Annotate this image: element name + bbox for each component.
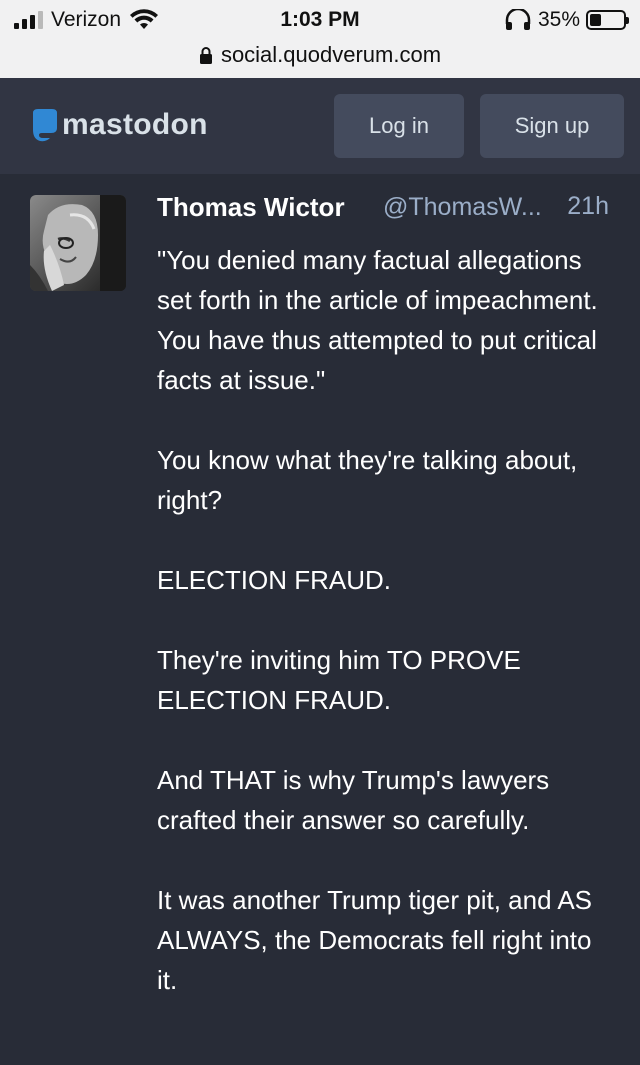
battery-percent: 35% — [537, 8, 580, 31]
status-paragraph: ELECTION FRAUD. — [157, 565, 392, 595]
lock-icon — [199, 47, 212, 64]
logo-wordmark: mastodon — [62, 108, 208, 141]
headphones-icon — [505, 9, 531, 30]
battery-icon — [586, 10, 629, 30]
signup-button[interactable]: Sign up — [480, 94, 624, 158]
login-button[interactable]: Log in — [334, 94, 464, 158]
status-content: "You denied many factual allegations set… — [157, 240, 617, 1000]
account-handle[interactable]: @ThomasW... — [383, 193, 542, 222]
status-meta: Thomas Wictor @ThomasW... 21h — [157, 192, 617, 226]
battery-level — [590, 14, 602, 26]
status-paragraph: And THAT is why Trump's lawyers crafted … — [157, 765, 550, 835]
site-header: mastodon Log in Sign up — [0, 78, 640, 174]
display-name[interactable]: Thomas Wictor — [157, 192, 345, 223]
status-paragraph: "You denied many factual allegations set… — [157, 245, 598, 395]
url-text: social.quodverum.com — [220, 42, 442, 67]
mastodon-logo-icon — [33, 109, 57, 142]
relative-time[interactable]: 21h — [567, 192, 609, 221]
status-post: Thomas Wictor @ThomasW... 21h "You denie… — [0, 174, 640, 1065]
ios-status-bar: Verizon 1:03 PM 35% — [0, 0, 640, 40]
status-paragraph: You know what they're talking about, rig… — [157, 445, 578, 515]
avatar[interactable] — [30, 195, 126, 291]
status-paragraph: They're inviting him TO PROVE ELECTION F… — [157, 645, 521, 715]
status-paragraph: It was another Trump tiger pit, and AS A… — [157, 885, 593, 995]
avatar-image — [30, 195, 126, 291]
mastodon-logo[interactable]: mastodon — [30, 108, 208, 142]
ios-browser-chrome: Verizon 1:03 PM 35% social.quodverum.com — [0, 0, 640, 78]
status-right: 35% — [504, 8, 629, 32]
address-bar[interactable]: social.quodverum.com — [0, 38, 640, 72]
